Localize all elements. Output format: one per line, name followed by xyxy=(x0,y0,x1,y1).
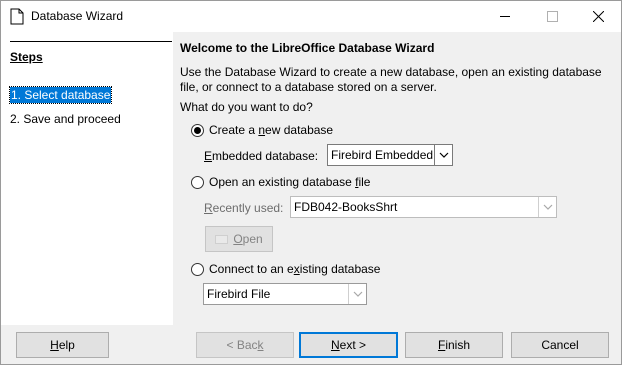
back-button-label: < Back xyxy=(226,338,264,352)
next-button-label: Next > xyxy=(330,338,367,352)
help-button[interactable]: Help xyxy=(16,332,109,358)
create-new-radio[interactable] xyxy=(191,123,204,137)
embedded-database-value: Firebird Embedded xyxy=(331,148,434,162)
steps-panel: Steps 1. Select database 2. Save and pro… xyxy=(1,32,173,325)
recently-used-label: Recently used: xyxy=(204,201,284,215)
window-title: Database Wizard xyxy=(31,9,124,23)
title-bar: Database Wizard xyxy=(1,1,621,32)
cancel-button[interactable]: Cancel xyxy=(511,332,609,358)
recently-used-value: FDB042-BooksShrt xyxy=(294,200,398,214)
step-select-database[interactable]: 1. Select database xyxy=(8,86,113,104)
close-icon xyxy=(592,10,604,22)
open-button-label: Open xyxy=(233,232,263,246)
connect-existing-database-option[interactable]: Connect to an existing database xyxy=(191,262,380,276)
connect-existing-label: Connect to an existing database xyxy=(209,262,381,276)
cancel-button-label: Cancel xyxy=(541,338,579,352)
database-type-value: Firebird File xyxy=(207,287,271,301)
help-button-label: Help xyxy=(50,338,75,352)
page-heading: Welcome to the LibreOffice Database Wiza… xyxy=(180,41,435,55)
open-existing-database-option[interactable]: Open an existing database file xyxy=(191,175,370,189)
wizard-content: Welcome to the LibreOffice Database Wiza… xyxy=(173,32,621,325)
recently-used-dropdown[interactable]: FDB042-BooksShrt xyxy=(290,196,557,218)
embedded-database-label: Embedded database: xyxy=(204,149,319,163)
chevron-down-icon xyxy=(439,152,448,158)
next-button[interactable]: Next > xyxy=(299,332,398,358)
open-existing-label: Open an existing database file xyxy=(209,175,371,189)
chevron-down-icon xyxy=(353,291,362,297)
finish-button-label: Finish xyxy=(437,338,471,352)
connect-existing-radio[interactable] xyxy=(191,262,204,276)
document-icon xyxy=(10,8,24,25)
page-description: Use the Database Wizard to create a new … xyxy=(180,65,602,94)
close-button[interactable] xyxy=(575,1,621,31)
dropdown-arrow-button[interactable] xyxy=(434,145,452,165)
maximize-button[interactable] xyxy=(529,1,575,31)
open-file-button[interactable]: Open xyxy=(205,226,273,252)
embedded-database-dropdown[interactable]: Firebird Embedded xyxy=(327,144,453,166)
finish-button[interactable]: Finish xyxy=(405,332,503,358)
question-label: What do you want to do? xyxy=(180,100,313,114)
minimize-button[interactable] xyxy=(482,1,528,31)
folder-icon xyxy=(215,234,229,244)
database-type-dropdown[interactable]: Firebird File xyxy=(203,283,367,305)
maximize-icon xyxy=(546,10,558,22)
create-new-database-option[interactable]: Create a new database xyxy=(191,123,333,137)
steps-title: Steps xyxy=(10,50,43,64)
open-existing-radio[interactable] xyxy=(191,175,204,189)
minimize-icon xyxy=(499,15,510,17)
step-save-and-proceed[interactable]: 2. Save and proceed xyxy=(10,112,121,126)
dropdown-arrow-button[interactable] xyxy=(348,284,366,304)
steps-divider xyxy=(10,41,172,42)
create-new-label: Create a new database xyxy=(209,123,334,137)
back-button[interactable]: < Back xyxy=(196,332,294,358)
chevron-down-icon xyxy=(543,204,552,210)
dropdown-arrow-button[interactable] xyxy=(538,197,556,217)
database-wizard-window: Database Wizard Steps 1. Select database… xyxy=(0,0,622,365)
